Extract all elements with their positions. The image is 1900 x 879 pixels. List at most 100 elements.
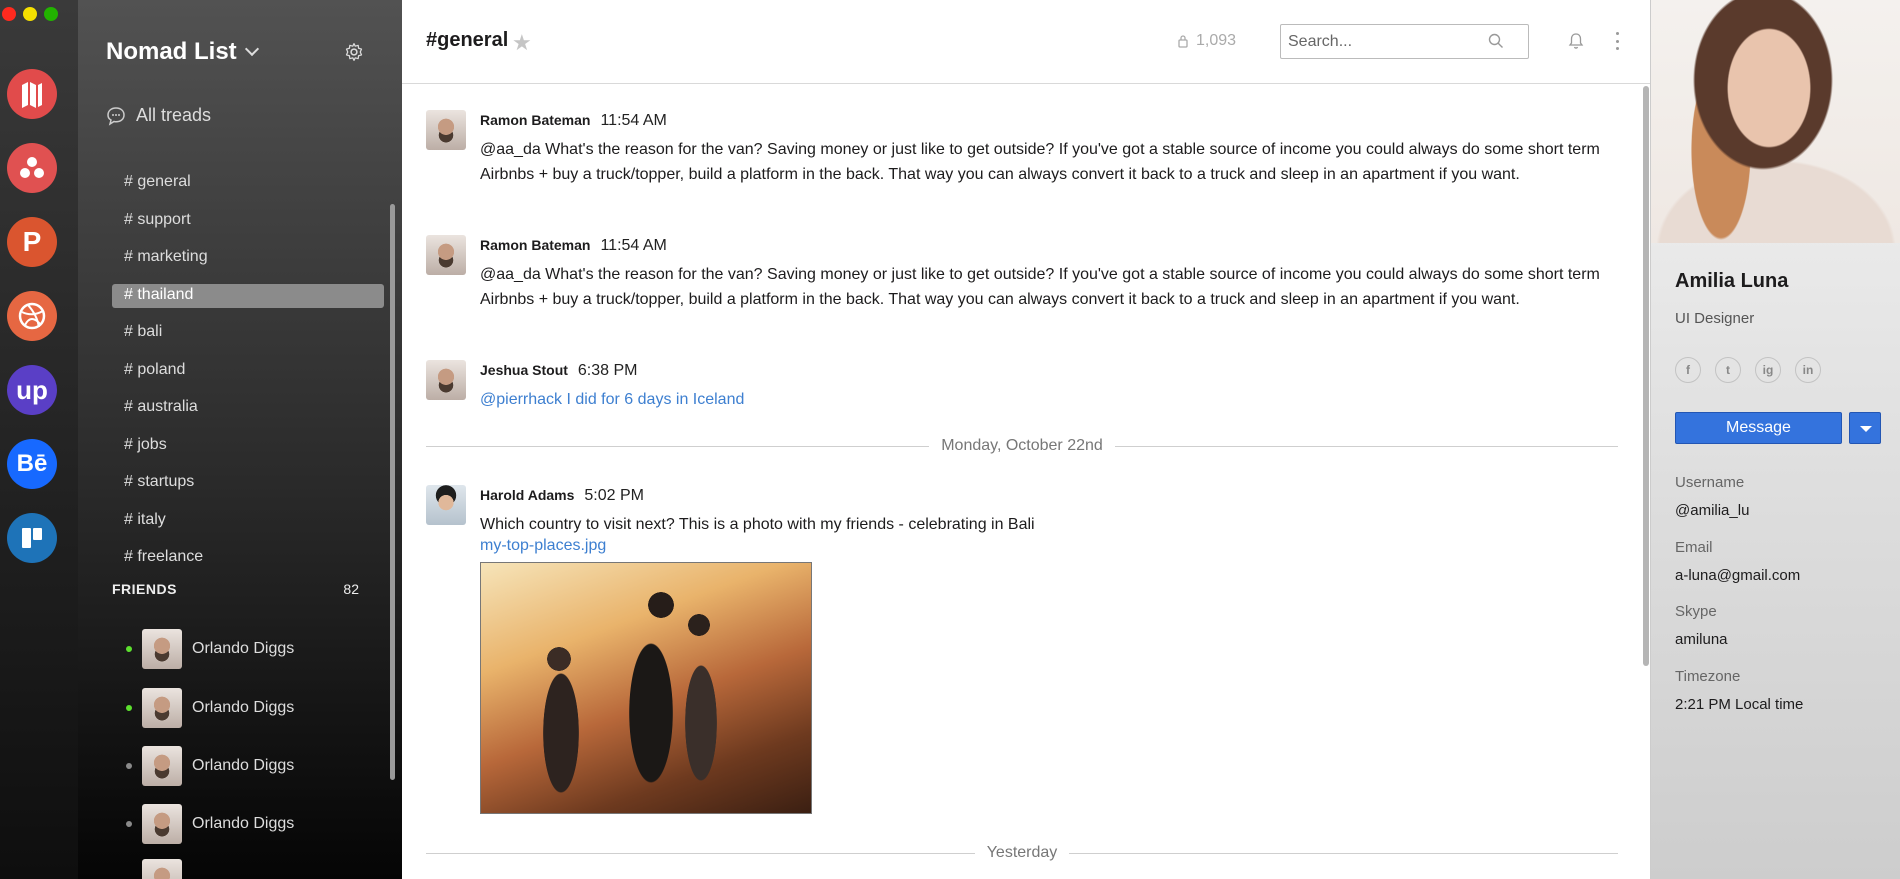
message-time: 11:54 AM — [600, 112, 667, 129]
online-status-dot — [126, 646, 132, 652]
upwork-app-icon[interactable]: up — [7, 365, 57, 415]
profile-role: UI Designer — [1675, 310, 1755, 327]
avatar — [142, 804, 182, 844]
maximize-window-button[interactable] — [44, 7, 58, 21]
channel-poland[interactable]: # poland — [112, 354, 384, 392]
friend-name: Orlando Diggs — [192, 815, 295, 832]
channel-label: # italy — [124, 510, 166, 528]
behance-app-icon[interactable]: Bē — [7, 439, 57, 489]
avatar — [142, 629, 182, 669]
channel-italy[interactable]: # italy — [112, 504, 384, 542]
instagram-icon[interactable]: ig — [1755, 357, 1781, 383]
all-threads-label: All treads — [136, 105, 212, 125]
message-text: @aa_da What's the reason for the van? Sa… — [480, 266, 1600, 308]
friend-name: Orlando Diggs — [192, 699, 295, 716]
trello-app-icon[interactable] — [7, 513, 57, 563]
channel-label: # thailand — [124, 285, 194, 303]
channel-label: # general — [124, 173, 191, 190]
attachment-image[interactable] — [480, 562, 812, 814]
offline-status-dot — [126, 821, 132, 827]
message-author[interactable]: Ramon Bateman — [480, 237, 590, 253]
avatar[interactable] — [426, 235, 466, 275]
channel-general[interactable]: # general — [112, 166, 384, 204]
upwork-glyph: up — [16, 374, 48, 405]
product-hunt-glyph: P — [22, 226, 42, 257]
channel-bali[interactable]: # bali — [112, 316, 384, 354]
message-options-dropdown[interactable] — [1849, 412, 1881, 444]
product-hunt-app-icon[interactable]: P — [7, 217, 57, 267]
facebook-icon[interactable]: f — [1675, 357, 1701, 383]
avatar[interactable] — [426, 360, 466, 400]
search-icon[interactable] — [1488, 33, 1504, 49]
friends-title: FRIENDS — [112, 581, 177, 597]
message: Jeshua Stout 6:38 PM @pierrhack I did fo… — [426, 360, 1616, 420]
channel-label: # jobs — [124, 435, 167, 453]
channel-label: # startups — [124, 473, 195, 490]
gear-icon[interactable] — [344, 42, 364, 62]
attachment-link[interactable]: my-top-places.jpg — [480, 537, 606, 555]
message-author[interactable]: Harold Adams — [480, 487, 574, 503]
date-divider: Monday, October 22nd — [426, 436, 1618, 456]
channel-freelance[interactable]: # freelance — [112, 541, 384, 579]
channel-australia[interactable]: # australia — [112, 391, 384, 429]
bell-icon[interactable] — [1567, 32, 1585, 50]
channel-label: # freelance — [124, 548, 204, 565]
friend-item[interactable]: Orlando Diggs — [126, 803, 294, 845]
member-count[interactable]: 1,093 — [1178, 32, 1236, 50]
friend-item-partial[interactable] — [126, 858, 192, 879]
friend-name: Orlando Diggs — [192, 640, 295, 657]
avatar[interactable] — [426, 485, 466, 525]
friend-item[interactable]: Orlando Diggs — [126, 745, 294, 787]
nomad-list-app-icon[interactable] — [7, 69, 57, 119]
channel-support[interactable]: # support — [112, 204, 384, 242]
message: Harold Adams 5:02 PM Which country to vi… — [426, 485, 1616, 825]
message-author[interactable]: Jeshua Stout — [480, 362, 568, 378]
channel-sidebar: Nomad List All treads # general # suppor… — [78, 0, 402, 879]
friend-name: Orlando Diggs — [192, 757, 295, 774]
email-value: a-luna@gmail.com — [1675, 567, 1801, 584]
sidebar-scrollbar[interactable] — [390, 204, 395, 780]
skype-label: Skype — [1675, 603, 1717, 620]
twitter-icon[interactable]: t — [1715, 357, 1741, 383]
message: Ramon Bateman 11:54 AM @aa_da What's the… — [426, 235, 1616, 315]
dribbble-app-icon[interactable] — [7, 291, 57, 341]
channel-label: # poland — [124, 360, 186, 378]
message-button[interactable]: Message — [1675, 412, 1842, 444]
more-options-icon[interactable] — [1616, 32, 1620, 50]
channel-list: # general # support # marketing # thaila… — [112, 166, 384, 579]
close-window-button[interactable] — [2, 7, 16, 21]
channel-jobs[interactable]: # jobs — [112, 429, 384, 467]
username-value: @amilia_lu — [1675, 502, 1750, 519]
social-links: f t ig in — [1675, 357, 1821, 383]
friend-item[interactable]: Orlando Diggs — [126, 628, 294, 670]
channel-thailand[interactable]: # thailand — [112, 279, 384, 317]
message-time: 11:54 AM — [600, 237, 667, 254]
channel-header: #general ★ 1,093 — [402, 0, 1650, 84]
friend-item[interactable]: Orlando Diggs — [126, 687, 294, 729]
channel-startups[interactable]: # startups — [112, 466, 384, 504]
friends-count: 82 — [343, 581, 359, 597]
profile-photo — [1651, 0, 1900, 243]
friends-header: FRIENDS 82 — [112, 581, 359, 597]
lock-icon — [1178, 35, 1188, 48]
message-time: 6:38 PM — [577, 362, 638, 379]
channel-label: # bali — [124, 323, 163, 340]
username-label: Username — [1675, 474, 1745, 491]
minimize-window-button[interactable] — [23, 7, 37, 21]
workspace-switcher[interactable]: Nomad List — [106, 38, 259, 66]
offline-status-dot — [126, 763, 132, 769]
channel-marketing[interactable]: # marketing — [112, 241, 384, 279]
member-count-value: 1,093 — [1196, 32, 1237, 49]
workspace-name: Nomad List — [106, 38, 237, 65]
star-icon[interactable]: ★ — [512, 30, 532, 56]
message-author[interactable]: Ramon Bateman — [480, 112, 590, 128]
teamwork-app-icon[interactable] — [7, 143, 57, 193]
message-scrollbar[interactable] — [1643, 86, 1649, 666]
behance-glyph: Bē — [16, 450, 48, 477]
email-label: Email — [1675, 539, 1713, 556]
linkedin-icon[interactable]: in — [1795, 357, 1821, 383]
all-threads-link[interactable]: All treads — [106, 105, 211, 126]
avatar — [142, 688, 182, 728]
message-link-text[interactable]: @pierrhack I did for 6 days in Iceland — [480, 387, 1600, 412]
avatar[interactable] — [426, 110, 466, 150]
